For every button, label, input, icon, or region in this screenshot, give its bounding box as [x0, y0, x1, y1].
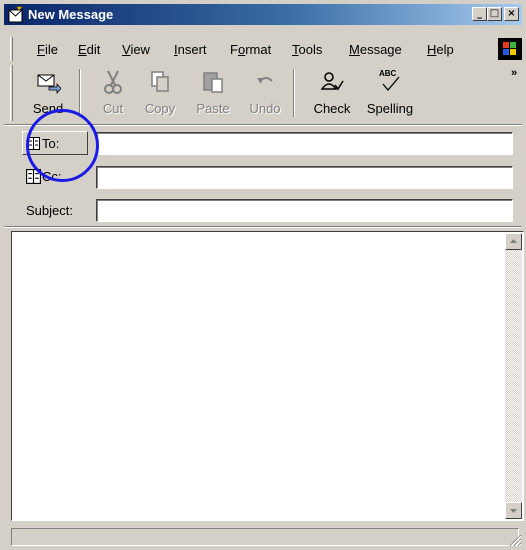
new-message-icon [8, 6, 23, 23]
title-bar[interactable]: New Message _ □ × [4, 4, 522, 25]
check-names-button[interactable]: Check [303, 65, 361, 121]
paste-label: Paste [196, 101, 230, 116]
copy-label: Copy [144, 101, 176, 116]
to-field[interactable] [96, 132, 513, 155]
cut-label: Cut [102, 101, 124, 116]
check-names-icon [320, 72, 344, 91]
minimize-button[interactable]: _ [472, 7, 487, 21]
scissors-icon [104, 70, 122, 94]
menu-edit[interactable]: Edit [78, 42, 100, 57]
toolbar-overflow-chevron[interactable]: » [511, 67, 517, 79]
cc-label[interactable]: Cc: [42, 169, 62, 184]
menu-file[interactable]: File [37, 42, 58, 57]
windows-logo-icon [498, 38, 522, 60]
check-label: Check [313, 101, 351, 116]
address-book-icon [27, 137, 40, 150]
undo-button[interactable]: Undo [241, 65, 289, 121]
message-body[interactable] [11, 231, 524, 521]
vertical-scrollbar[interactable] [505, 233, 522, 519]
send-label: Send [32, 101, 64, 116]
spelling-label: Spelling [366, 101, 414, 116]
scroll-down-arrow-icon [510, 509, 517, 513]
scroll-down-button[interactable] [505, 502, 522, 519]
to-label: To: [42, 136, 60, 151]
spelling-button[interactable]: ABC Spelling [357, 65, 423, 121]
close-button[interactable]: × [504, 7, 519, 21]
paste-button[interactable]: Paste [187, 65, 239, 121]
menu-tools[interactable]: Tools [292, 42, 322, 57]
to-button[interactable]: To: [22, 131, 88, 155]
spell-check-icon: ABC [377, 68, 403, 94]
new-message-window: New Message _ □ × File Edit View Insert … [0, 0, 526, 550]
resize-grip-icon[interactable] [508, 533, 522, 547]
paste-icon [203, 72, 223, 93]
maximize-button[interactable]: □ [487, 7, 502, 21]
cut-button[interactable]: Cut [93, 65, 133, 121]
copy-button[interactable]: Copy [136, 65, 184, 121]
subject-field[interactable] [96, 199, 513, 222]
window-title: New Message [28, 7, 114, 22]
menu-message[interactable]: Message [349, 42, 402, 57]
address-book-icon [26, 169, 41, 184]
status-bar [4, 525, 522, 547]
toolbar-separator [293, 69, 295, 117]
cc-field[interactable] [96, 166, 513, 189]
menu-bar: File Edit View Insert Format Tools Messa… [11, 39, 506, 59]
header-divider [4, 124, 522, 126]
menu-format[interactable]: Format [230, 42, 271, 57]
menu-view[interactable]: View [122, 42, 150, 57]
scroll-up-arrow-icon [510, 239, 517, 243]
subject-label: Subject: [26, 203, 73, 218]
send-button[interactable]: Send [25, 65, 71, 121]
undo-icon [257, 77, 273, 84]
send-icon [37, 74, 61, 95]
status-panel [11, 528, 519, 546]
body-divider [4, 226, 522, 228]
menu-insert[interactable]: Insert [174, 42, 207, 57]
menu-help[interactable]: Help [427, 42, 454, 57]
toolbar: Send Cut Copy Paste Undo Check ABC Spell… [11, 65, 521, 121]
copy-icon [151, 71, 169, 92]
undo-label: Undo [249, 101, 281, 116]
toolbar-separator [79, 69, 81, 117]
scroll-up-button[interactable] [505, 233, 522, 250]
